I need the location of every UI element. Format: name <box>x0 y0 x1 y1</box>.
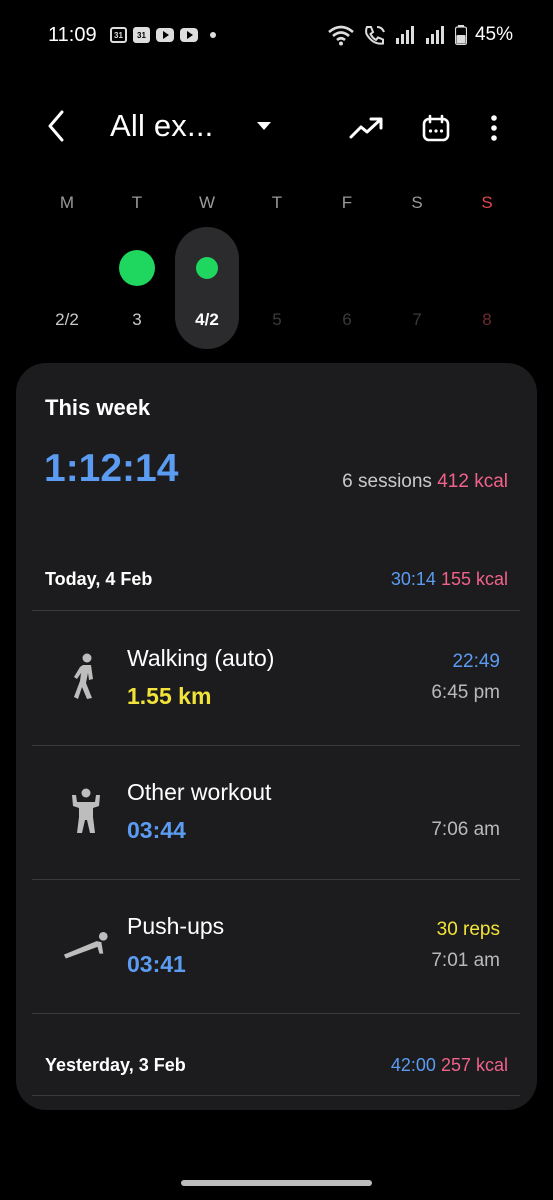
today-totals: 30:14 155 kcal <box>391 569 508 590</box>
yesterday-header[interactable]: Yesterday, 3 Feb 42:00 257 kcal <box>45 1055 508 1085</box>
day-7[interactable]: S8 <box>452 185 522 345</box>
today-kcal: 155 kcal <box>440 569 508 589</box>
back-arrow-icon <box>48 110 64 142</box>
yesterday-time: 42:00 <box>390 1055 436 1075</box>
walking-icon <box>62 651 110 703</box>
day-4[interactable]: T5 <box>242 185 312 345</box>
more-vert-icon <box>491 115 497 141</box>
day-2[interactable]: T3 <box>102 185 172 345</box>
status-bar: 11:09 31 31 45% <box>0 0 553 72</box>
day-letter: F <box>341 193 353 212</box>
exercise-entry[interactable]: Other workout 03:44 7:06 am <box>32 745 520 879</box>
push-up-icon <box>62 919 110 971</box>
page-title[interactable]: All ex... <box>110 108 213 144</box>
calendar-button[interactable] <box>416 108 456 148</box>
home-indicator[interactable] <box>181 1180 372 1186</box>
today-date: Today, 4 Feb <box>45 569 153 589</box>
day-number: 4/2 <box>195 310 219 329</box>
day-number: 6 <box>342 310 352 329</box>
yesterday-totals: 42:00 257 kcal <box>391 1055 508 1076</box>
exercise-time-of-day: 7:01 am <box>431 950 500 971</box>
day-number: 2/2 <box>55 310 79 329</box>
week-sessions: 6 sessions <box>342 471 432 492</box>
exercise-value: 03:41 <box>127 951 186 977</box>
exercise-value: 1.55 km <box>127 683 212 709</box>
day-number: 7 <box>412 310 422 329</box>
day-number: 5 <box>272 310 282 329</box>
selected-day-highlight <box>175 227 239 349</box>
exercise-time-of-day: 7:06 am <box>431 819 500 840</box>
week-strip: M 2/2 T 3 W 4/2 T 5 F 6 S 7 S 8 <box>32 185 522 349</box>
workout-icon <box>62 785 110 837</box>
day-letter: T <box>131 193 143 212</box>
battery-icon <box>454 25 467 45</box>
activity-dot <box>196 257 218 279</box>
wifi-calling-icon <box>365 26 385 45</box>
day-letter: W <box>198 193 216 212</box>
day-letter: M <box>59 193 75 212</box>
exercise-stat: 30 reps <box>436 919 500 940</box>
status-time: 11:09 <box>48 24 97 46</box>
day-letter: S <box>481 193 493 212</box>
trends-button[interactable] <box>346 108 386 148</box>
divider <box>32 1095 520 1096</box>
day-5[interactable]: F6 <box>312 185 382 345</box>
day-1[interactable]: M 2/2 <box>32 185 102 345</box>
today-header: Today, 4 Feb 30:14 155 kcal <box>45 569 508 599</box>
calendar-icon <box>422 114 450 142</box>
exercise-name: Push-ups <box>127 913 225 939</box>
day-3[interactable]: W 4/2 <box>172 185 242 349</box>
system-icons: 45% <box>327 24 513 46</box>
battery-percent: 45% <box>474 24 513 45</box>
day-number: 8 <box>482 310 492 329</box>
app-header: All ex... <box>0 100 553 156</box>
week-label: This week <box>45 395 151 420</box>
exercise-entry[interactable]: Push-ups 03:41 30 reps 7:01 am <box>32 879 520 1013</box>
calendar-notification-icon: 31 <box>110 27 127 43</box>
day-6[interactable]: S7 <box>382 185 452 345</box>
youtube-icon <box>180 28 198 42</box>
day-letter: S <box>411 193 423 212</box>
today-time: 30:14 <box>390 569 436 589</box>
more-notifications-dot-icon <box>210 32 216 38</box>
wifi-icon <box>328 25 354 46</box>
dropdown-triangle-icon <box>257 122 271 130</box>
divider <box>32 1013 520 1014</box>
signal-icon <box>425 26 444 44</box>
yesterday-date: Yesterday, 3 Feb <box>45 1055 186 1075</box>
youtube-icon <box>156 28 174 42</box>
activity-dot <box>119 250 155 286</box>
week-kcal: 412 kcal <box>437 471 508 492</box>
more-options-button[interactable] <box>474 108 514 148</box>
week-total-time: 1:12:14 <box>44 447 179 490</box>
exercise-entry[interactable]: Walking (auto) 1.55 km 22:49 6:45 pm <box>32 611 520 745</box>
trend-icon <box>349 117 383 139</box>
exercise-name: Walking (auto) <box>127 645 275 671</box>
exercise-stat: 22:49 <box>452 651 500 672</box>
day-number: 3 <box>132 310 142 329</box>
exercise-time-of-day: 6:45 pm <box>431 682 500 703</box>
yesterday-kcal: 257 kcal <box>440 1055 508 1075</box>
signal-icon <box>395 26 414 44</box>
notification-icons: 31 31 <box>110 27 216 43</box>
exercise-value: 03:44 <box>127 817 186 843</box>
title-dropdown-button[interactable] <box>252 114 276 138</box>
week-summary: 6 sessions 412 kcal <box>342 471 508 493</box>
back-button[interactable] <box>40 106 72 146</box>
calendar-notification-icon: 31 <box>133 27 150 43</box>
day-letter: T <box>271 193 283 212</box>
exercise-name: Other workout <box>127 779 272 805</box>
exercise-summary-card: This week 1:12:14 6 sessions 412 kcal To… <box>16 363 537 1110</box>
